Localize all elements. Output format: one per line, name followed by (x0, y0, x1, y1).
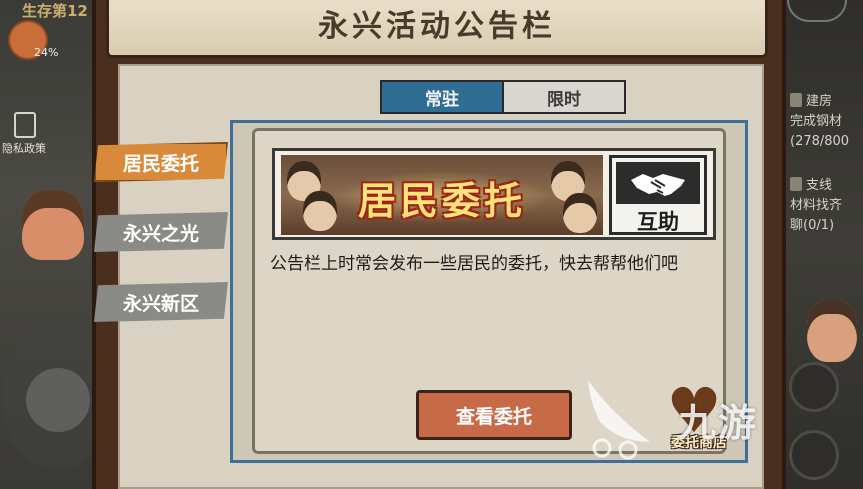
tab-limited[interactable]: 限时 (504, 82, 624, 112)
task-item-side[interactable]: 支线 材料找齐 聊(0/1) (790, 176, 842, 236)
watermark-logo-icon (588, 380, 650, 460)
banner-art: 居民委托 (281, 155, 603, 235)
banner-character (563, 193, 597, 233)
privacy-label: 隐私政策 (2, 142, 46, 155)
task-title: 支线 (806, 178, 833, 193)
event-banner: 居民委托 互助 (272, 148, 716, 240)
right-round-button[interactable] (789, 362, 839, 412)
task-icon (790, 93, 802, 107)
tab-permanent[interactable]: 常驻 (382, 82, 504, 112)
task-desc: 材料找齐 (790, 198, 843, 213)
percent-label: 24% (34, 46, 59, 59)
document-icon (14, 112, 36, 138)
character-portrait-left (22, 190, 84, 260)
privacy-policy-button[interactable]: 隐私政策 (2, 112, 72, 160)
character-portrait-right (807, 300, 857, 362)
banner-title: 居民委托 (331, 171, 553, 223)
right-round-button-2[interactable] (789, 430, 839, 480)
survival-day-label: 生存第12 (22, 2, 88, 20)
task-title: 建房 (806, 94, 833, 109)
task-icon (790, 177, 802, 191)
task-progress: 聊(0/1) (790, 218, 835, 233)
side-tab-resident-request[interactable]: 居民委托 (94, 142, 228, 182)
bulletin-header: 永兴活动公告栏 (106, 0, 768, 58)
side-tab-yongxing-light[interactable]: 永兴之光 (94, 212, 228, 252)
page-title: 永兴活动公告栏 (318, 9, 556, 44)
joystick-knob[interactable] (26, 368, 90, 432)
task-progress: (278/800 (790, 134, 850, 149)
task-item-build[interactable]: 建房 完成钢材 (278/800 (790, 92, 849, 152)
mutual-aid-badge: 互助 (609, 155, 707, 235)
badge-label: 互助 (637, 210, 679, 234)
task-desc: 完成钢材 (790, 114, 843, 129)
watermark-text: 九游 (678, 401, 759, 445)
handshake-icon (616, 162, 700, 204)
tab-bar: 常驻 限时 (380, 80, 626, 114)
view-requests-button[interactable]: 查看委托 (416, 390, 572, 440)
side-tab-yongxing-new-district[interactable]: 永兴新区 (94, 282, 228, 322)
request-description: 公告栏上时常会发布一些居民的委托，快去帮帮他们吧 (270, 254, 678, 274)
